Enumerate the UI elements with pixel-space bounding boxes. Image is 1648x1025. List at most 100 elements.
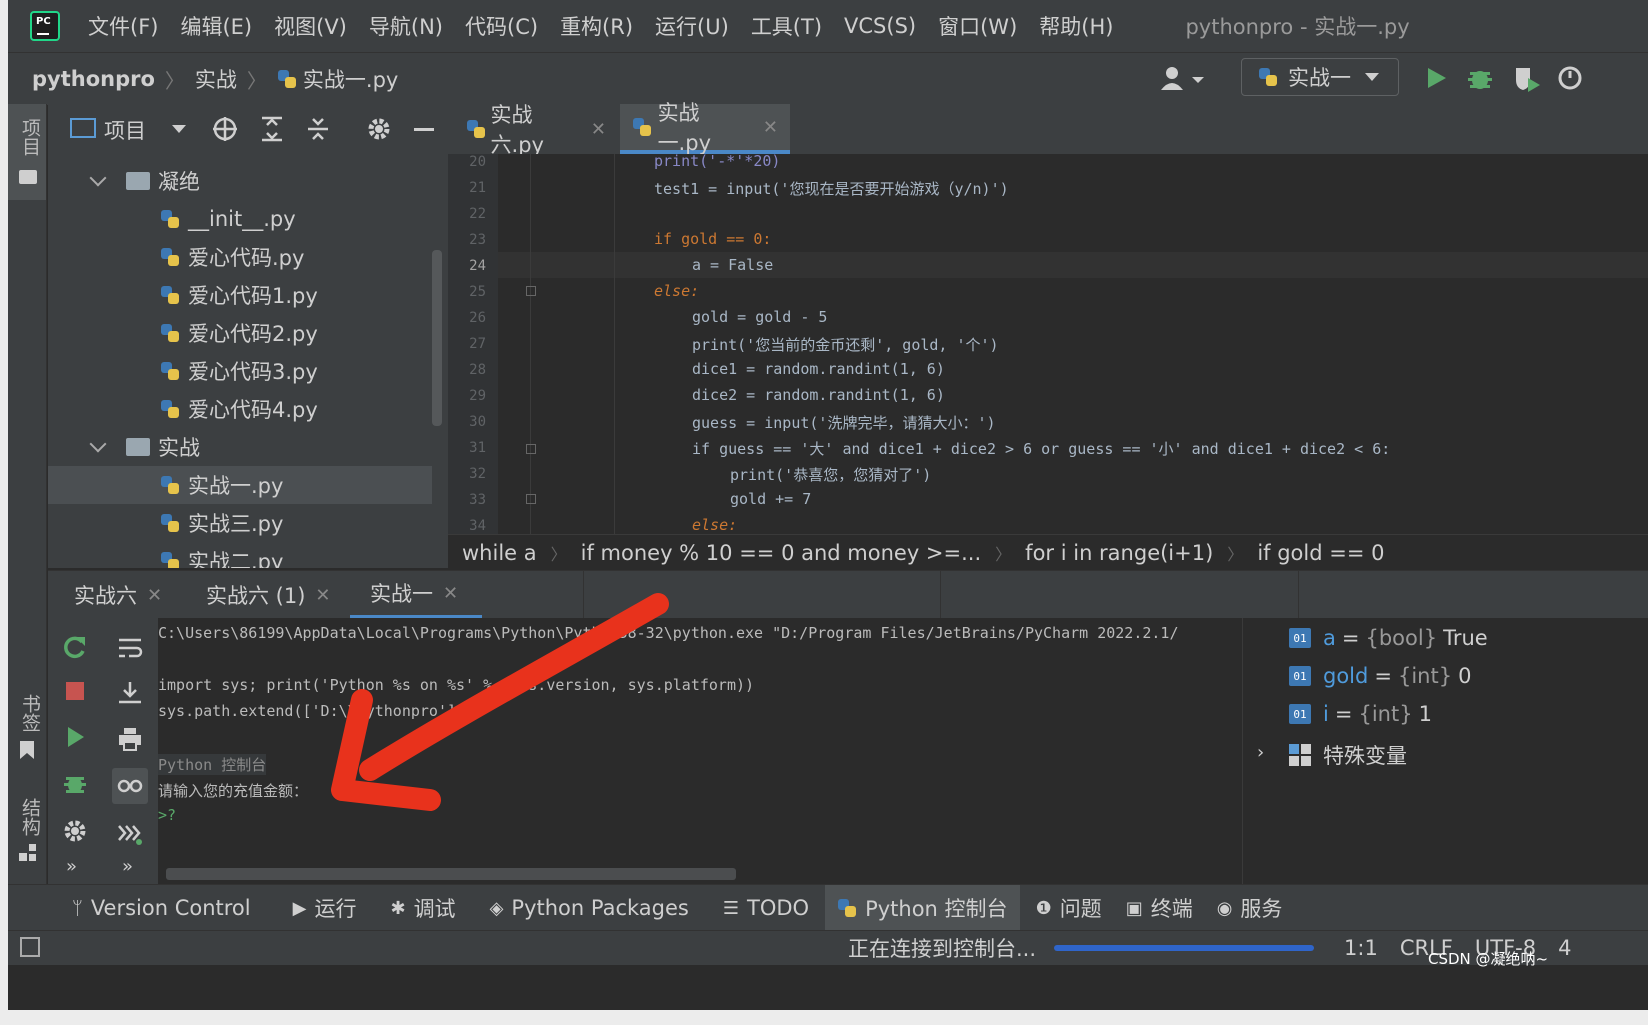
code-crumb[interactable]: if gold == 0: [1257, 541, 1384, 565]
menu-help[interactable]: 帮助(H): [1039, 11, 1113, 41]
fold-icon[interactable]: [526, 494, 536, 504]
tree-scrollbar[interactable]: [432, 250, 442, 426]
tool-button-project[interactable]: 项目: [8, 104, 46, 200]
tree-file[interactable]: __init__.py: [160, 200, 296, 238]
tree-file[interactable]: 爱心代码1.py: [160, 276, 318, 314]
chevron-down-icon[interactable]: [172, 125, 186, 133]
menu-window[interactable]: 窗口(W): [938, 11, 1017, 41]
run-icon[interactable]: [1424, 66, 1448, 90]
tab-console-shizhan6-1[interactable]: 实战六 (1) ✕: [206, 571, 331, 619]
menu-file[interactable]: 文件(F): [88, 11, 158, 41]
close-icon[interactable]: ✕: [591, 119, 606, 140]
special-variables-row[interactable]: 特殊变量: [1289, 740, 1407, 770]
tree-file[interactable]: 爱心代码2.py: [160, 314, 318, 352]
profile-icon[interactable]: [1556, 64, 1586, 92]
coverage-icon[interactable]: [1512, 64, 1542, 92]
code-crumb[interactable]: while a: [462, 541, 537, 565]
toolwindow-python-console[interactable]: Python 控制台: [825, 885, 1020, 931]
toolwindow-todo[interactable]: ☰ TODO: [711, 885, 821, 931]
tree-folder[interactable]: 凝绝: [89, 162, 200, 200]
menu-tools[interactable]: 工具(T): [751, 11, 822, 41]
tree-file[interactable]: 爱心代码4.py: [160, 390, 318, 428]
tab-shizhan6[interactable]: 实战六.py ✕: [454, 103, 618, 157]
tree-label: 实战三.py: [188, 512, 284, 536]
menu-vcs[interactable]: VCS(S): [844, 14, 916, 38]
stop-icon[interactable]: [62, 678, 88, 704]
tree-file[interactable]: 实战二.py: [160, 542, 283, 568]
menu-edit[interactable]: 编辑(E): [180, 11, 252, 41]
tree-file[interactable]: 爱心代码3.py: [160, 352, 318, 390]
execute-icon[interactable]: [117, 820, 143, 846]
menu-refactor[interactable]: 重构(R): [560, 11, 633, 41]
toolwindow-terminal[interactable]: ▣ 终端: [1114, 885, 1205, 931]
toolwindow-label: 问题: [1059, 897, 1102, 921]
variable-value: True: [1443, 626, 1488, 650]
minimize-icon[interactable]: [414, 128, 434, 131]
user-icon[interactable]: [1158, 64, 1208, 92]
tool-button-bookmarks[interactable]: 书签: [8, 694, 46, 774]
line-number: 29: [469, 388, 486, 404]
close-icon[interactable]: ✕: [763, 117, 778, 138]
layout-icon[interactable]: [20, 937, 40, 957]
soft-wrap-icon[interactable]: [117, 636, 143, 662]
code-crumb[interactable]: for i in range(i+1): [1025, 541, 1213, 565]
variable-row[interactable]: 01 a = {bool} True: [1289, 626, 1488, 650]
toolwindow-services[interactable]: ◉ 服务: [1205, 885, 1295, 931]
caret-position[interactable]: 1:1: [1344, 936, 1378, 960]
debug-icon[interactable]: [62, 770, 88, 796]
toolwindow-run[interactable]: ▶ 运行: [281, 885, 369, 931]
tab-shizhan1[interactable]: 实战一.py ✕: [620, 101, 790, 155]
toolwindow-version-control[interactable]: ᛘ Version Control: [60, 885, 263, 931]
run-configuration-select[interactable]: 实战一: [1241, 58, 1399, 96]
breadcrumb-folder[interactable]: 实战: [195, 64, 237, 94]
tab-console-shizhan1[interactable]: 实战一 ✕: [350, 571, 482, 619]
more-icon[interactable]: »: [122, 856, 133, 877]
gear-icon[interactable]: [62, 818, 88, 844]
code-editor[interactable]: 20 21 22 23 24 25 26 27 28 29 30 31 32 3…: [448, 154, 1648, 534]
breadcrumb-project[interactable]: pythonpro: [32, 67, 155, 91]
show-variables-button[interactable]: [112, 768, 148, 804]
close-icon[interactable]: ✕: [315, 585, 330, 606]
run-icon[interactable]: [62, 724, 88, 750]
console-input-prompt[interactable]: >?: [158, 806, 176, 824]
fold-icon[interactable]: [526, 286, 536, 296]
code-line: guess = input('洗牌完毕，请猜大小：'): [692, 414, 996, 432]
project-panel-title[interactable]: 项目: [104, 115, 146, 145]
tree-folder[interactable]: 实战: [89, 428, 200, 466]
debug-icon[interactable]: [1466, 64, 1494, 92]
tree-file-selected[interactable]: 实战一.py: [160, 466, 283, 504]
breadcrumb-file[interactable]: 实战一.py: [303, 64, 398, 94]
toolwindow-problems[interactable]: ❶ 问题: [1024, 885, 1114, 931]
grid-icon: [1289, 744, 1311, 766]
python-console-output[interactable]: C:\Users\86199\AppData\Local\Programs\Py…: [158, 618, 1242, 884]
tree-file[interactable]: 爱心代码.py: [160, 238, 304, 276]
close-icon[interactable]: ✕: [147, 585, 162, 606]
tree-file[interactable]: 实战三.py: [160, 504, 283, 542]
chevron-right-icon[interactable]: ›: [1257, 742, 1264, 763]
menu-code[interactable]: 代码(C): [465, 11, 538, 41]
more-icon[interactable]: »: [66, 856, 77, 877]
menu-run[interactable]: 运行(U): [655, 11, 729, 41]
scroll-to-end-icon[interactable]: [117, 680, 143, 706]
variable-row[interactable]: 01 i = {int} 1: [1289, 702, 1432, 726]
code-crumb[interactable]: if money % 10 == 0 and money >=...: [581, 541, 982, 565]
indent-setting[interactable]: 4: [1558, 936, 1571, 960]
close-icon[interactable]: ✕: [443, 583, 458, 604]
variable-icon: 01: [1289, 704, 1311, 724]
gear-icon[interactable]: [366, 116, 392, 142]
menu-navigate[interactable]: 导航(N): [369, 11, 443, 41]
toolwindow-debug[interactable]: ✱ 调试: [378, 885, 467, 931]
chevron-down-icon: [1365, 73, 1379, 81]
locate-icon[interactable]: [212, 116, 238, 142]
horizontal-scrollbar[interactable]: [166, 868, 736, 880]
rerun-icon[interactable]: [62, 634, 88, 660]
expand-all-icon[interactable]: [260, 116, 284, 142]
menu-view[interactable]: 视图(V): [274, 11, 347, 41]
tool-button-structure[interactable]: 结构: [8, 798, 46, 868]
print-icon[interactable]: [117, 726, 143, 752]
collapse-all-icon[interactable]: [306, 116, 330, 142]
toolwindow-python-packages[interactable]: ◈ Python Packages: [478, 885, 701, 931]
variable-row[interactable]: 01 gold = {int} 0: [1289, 664, 1471, 688]
fold-icon[interactable]: [526, 444, 536, 454]
tab-console-shizhan6[interactable]: 实战六 ✕: [74, 571, 162, 619]
